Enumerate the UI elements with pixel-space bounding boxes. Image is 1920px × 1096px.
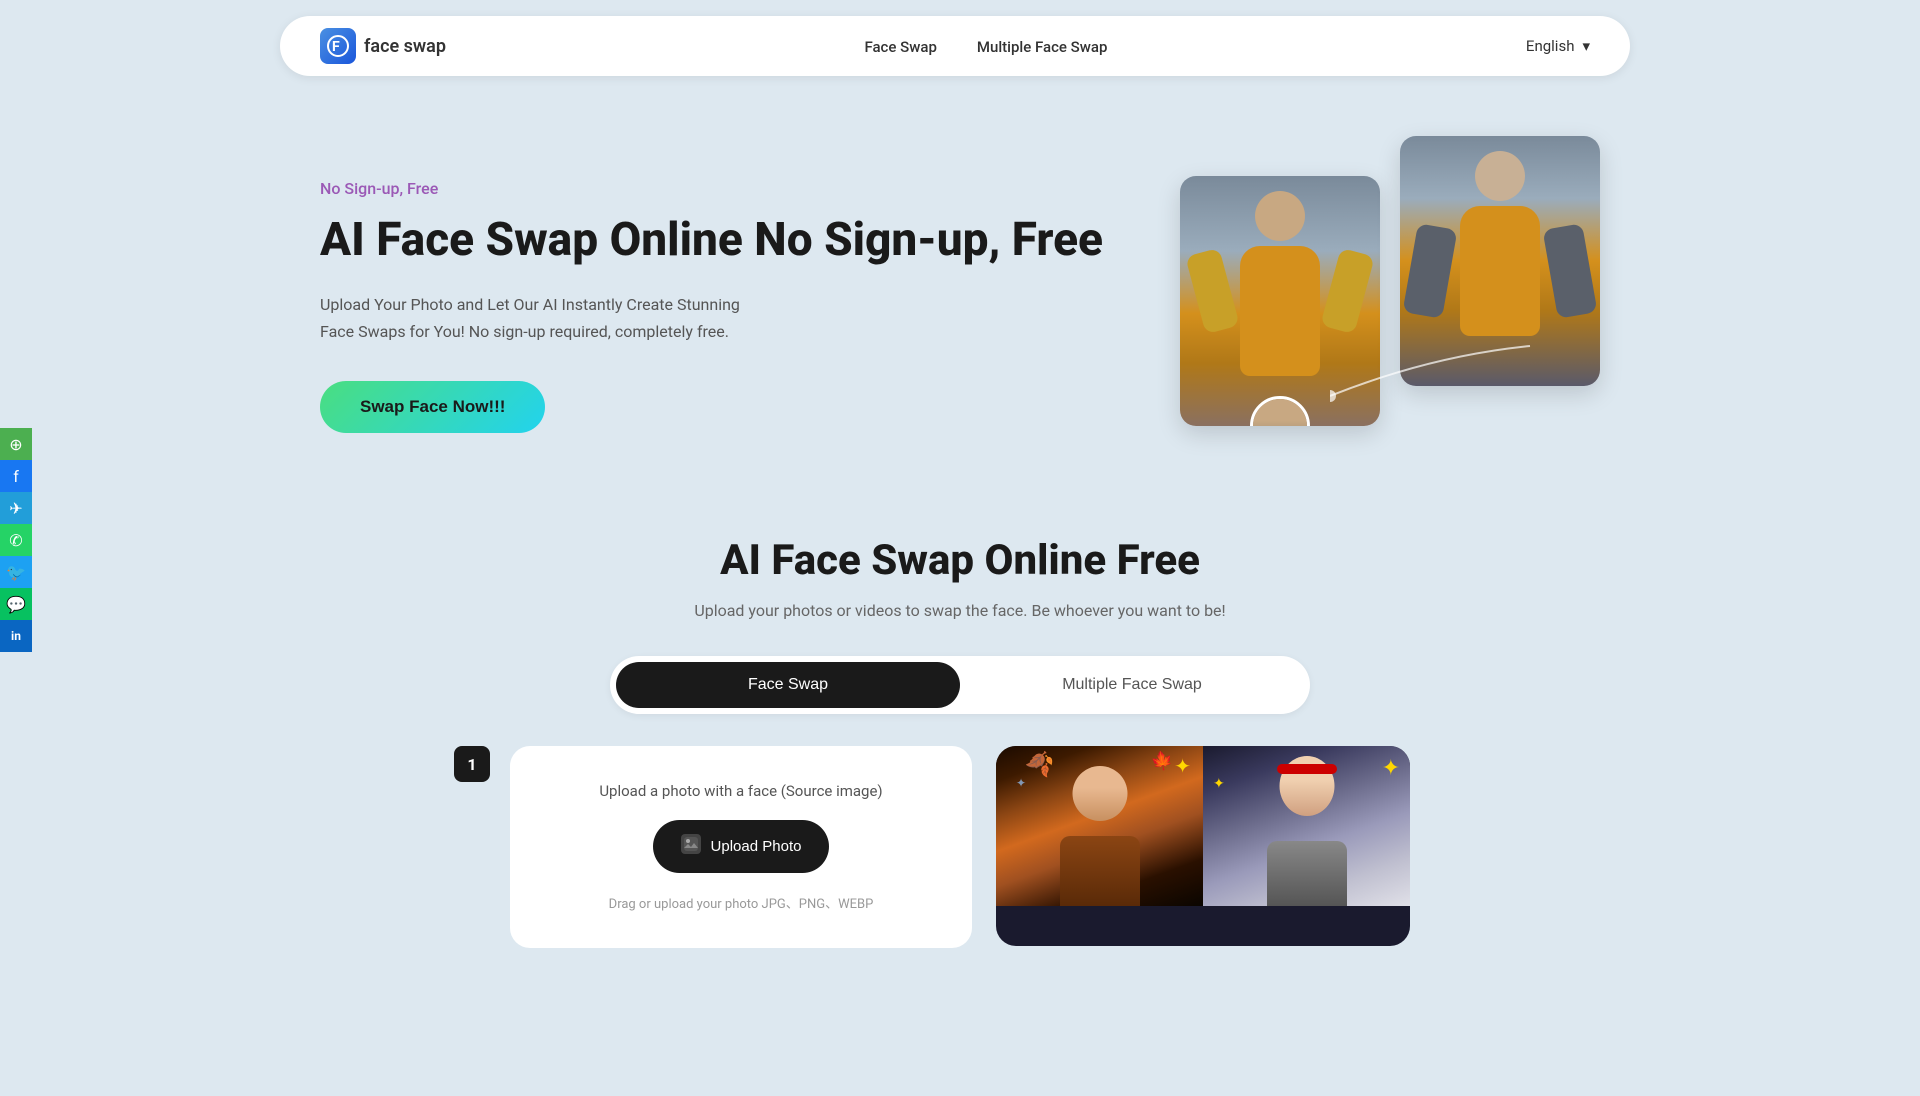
social-share-icon[interactable]: ⊕ [0,428,32,460]
section-description: Upload your photos or videos to swap the… [290,601,1630,620]
result-image-2: ✦ ✦ [1203,746,1410,906]
upload-label: Upload a photo with a face (Source image… [599,782,882,800]
result-panel: ✦ ✦ 🍂 🍁 ✦ ✦ [996,746,1410,946]
leaf-decoration: 🍂 [1023,747,1057,780]
social-facebook-icon[interactable]: f [0,460,32,492]
hero-tag: No Sign-up, Free [320,179,1140,198]
social-twitter-icon[interactable]: 🐦 [0,556,32,588]
language-chevron-icon: ▾ [1582,37,1590,55]
hero-image-area: 〜╮ [1180,136,1600,476]
hero-description: Upload Your Photo and Let Our AI Instant… [320,291,740,345]
main-section: AI Face Swap Online Free Upload your pho… [0,516,1920,968]
swap-face-now-button[interactable]: Swap Face Now!!! [320,381,545,433]
tabs-container: Face Swap Multiple Face Swap [610,656,1310,714]
leaf-decoration-2: 🍁 [1149,749,1175,774]
nav-face-swap[interactable]: Face Swap [864,38,936,56]
language-label: English [1526,37,1575,55]
social-whatsapp-icon[interactable]: ✆ [0,524,32,556]
logo-icon: F [320,28,356,64]
tab-face-swap[interactable]: Face Swap [616,662,960,708]
hero-title: AI Face Swap Online No Sign-up, Free [320,214,1140,267]
result-image-grid: ✦ ✦ 🍂 🍁 ✦ ✦ [996,746,1410,946]
upload-photo-button[interactable]: Upload Photo [653,820,830,873]
sparkle-icon-2: ✦ [1016,776,1026,790]
social-sidebar: ⊕ f ✈ ✆ 🐦 💬 in [0,428,32,652]
connector-arrow [1330,336,1580,416]
upload-hint: Drag or upload your photo JPG、PNG、WEBP [609,893,874,912]
social-wechat-icon[interactable]: 💬 [0,588,32,620]
logo[interactable]: F face swap [320,28,446,64]
sparkle-icon-1: ✦ [1174,754,1191,778]
section-title: AI Face Swap Online Free [290,536,1630,585]
swap-area: 1 Upload a photo with a face (Source ima… [510,746,1410,948]
language-selector[interactable]: English ▾ [1526,37,1590,55]
small-sparkle-icon: ✦ [1213,776,1225,792]
tab-multiple-face-swap[interactable]: Multiple Face Swap [960,662,1304,708]
hero-section: No Sign-up, Free AI Face Swap Online No … [0,76,1920,516]
svg-text:F: F [332,39,340,55]
upload-icon [681,834,701,859]
social-telegram-icon[interactable]: ✈ [0,492,32,524]
nav-multiple-face-swap[interactable]: Multiple Face Swap [977,38,1108,56]
logo-text: face swap [364,36,446,57]
hero-content: No Sign-up, Free AI Face Swap Online No … [320,179,1140,433]
navbar: F face swap Face Swap Multiple Face Swap… [280,16,1630,76]
nav-links: Face Swap Multiple Face Swap [864,37,1107,56]
social-linkedin-icon[interactable]: in [0,620,32,652]
upload-button-label: Upload Photo [711,838,802,855]
upload-panel: Upload a photo with a face (Source image… [510,746,972,948]
step-badge: 1 [454,746,490,782]
result-image-1: ✦ ✦ 🍂 🍁 [996,746,1203,906]
gold-sparkle-icon: ✦ [1382,756,1400,781]
